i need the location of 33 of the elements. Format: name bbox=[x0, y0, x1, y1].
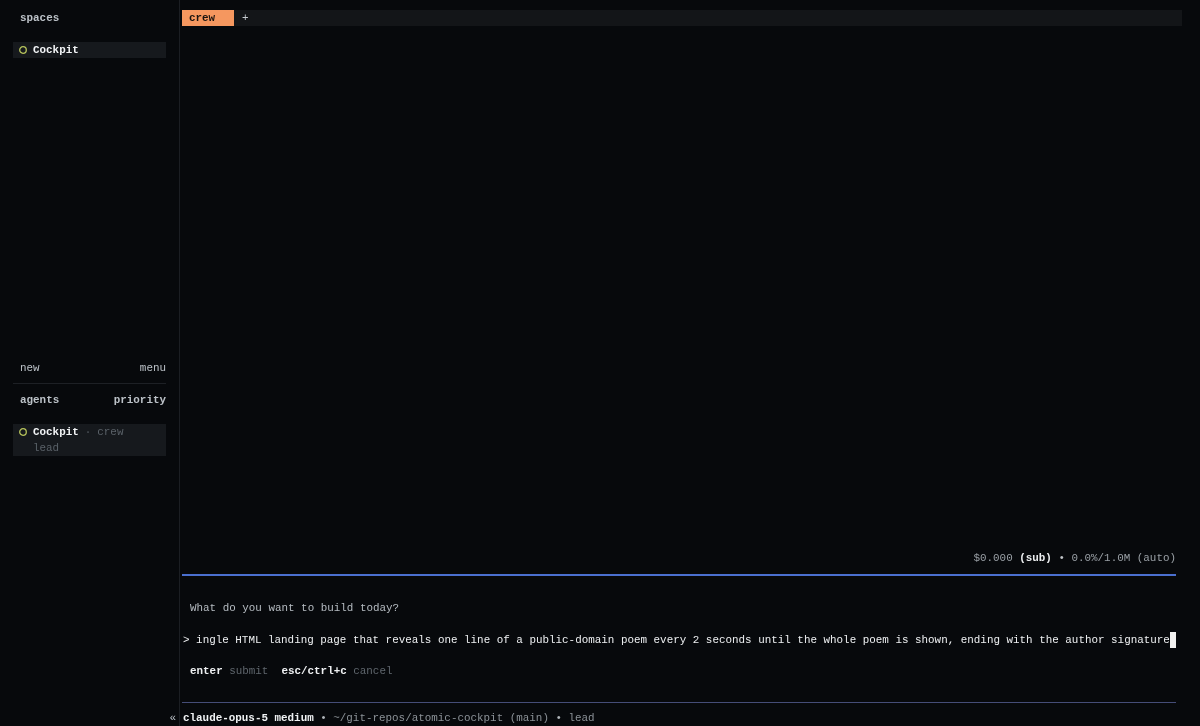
prompt-input[interactable]: > ingle HTML landing page that reveals one line of a public-domain poem every 2 seconds until the whole poem is shown, ending with the author signature bbox=[182, 631, 1176, 648]
text-cursor-icon bbox=[1169, 631, 1176, 648]
separator-text: • bbox=[555, 711, 562, 726]
status-text: lead bbox=[568, 711, 595, 726]
agent-role: lead bbox=[33, 441, 60, 456]
add-tab-button[interactable]: + bbox=[240, 10, 251, 26]
cost-label: $0.000 bbox=[973, 551, 1013, 566]
space-name: Cockpit bbox=[33, 43, 79, 58]
section-title: spaces bbox=[20, 11, 60, 26]
status-ring-icon bbox=[19, 46, 27, 54]
space-item[interactable]: Cockpit bbox=[13, 42, 166, 58]
agent-name: Cockpit bbox=[33, 425, 79, 440]
status-text: ~/git-repos/atomic-cockpit (main) bbox=[333, 711, 549, 726]
tab[interactable]: crew bbox=[182, 10, 234, 26]
separator-text: · bbox=[84, 425, 92, 440]
collapse-sidebar-button[interactable]: « bbox=[169, 710, 176, 726]
new-button[interactable]: new bbox=[20, 360, 40, 376]
shortcut-key: esc/ctrl+c bbox=[281, 662, 347, 679]
model-label: claude-opus-5 medium bbox=[183, 711, 314, 726]
prompt-question: What do you want to build today? bbox=[190, 600, 400, 616]
plan-label: (sub) bbox=[1019, 551, 1052, 566]
status-ring-icon bbox=[19, 428, 27, 436]
agent-item[interactable]: Cockpit · crew lead bbox=[13, 424, 166, 456]
section-title: agents bbox=[20, 393, 60, 408]
separator-text: • bbox=[320, 711, 327, 726]
context-usage-label: 0.0%/1.0M (auto) bbox=[1071, 551, 1176, 566]
shortcut-action: cancel bbox=[353, 663, 393, 679]
separator-text: • bbox=[1058, 551, 1065, 566]
sort-button[interactable]: priority bbox=[113, 392, 166, 408]
menu-button[interactable]: menu bbox=[139, 360, 166, 376]
shortcut-action: submit bbox=[229, 663, 269, 679]
workspace-label: crew bbox=[97, 425, 124, 440]
shortcut-key: enter bbox=[190, 662, 223, 679]
